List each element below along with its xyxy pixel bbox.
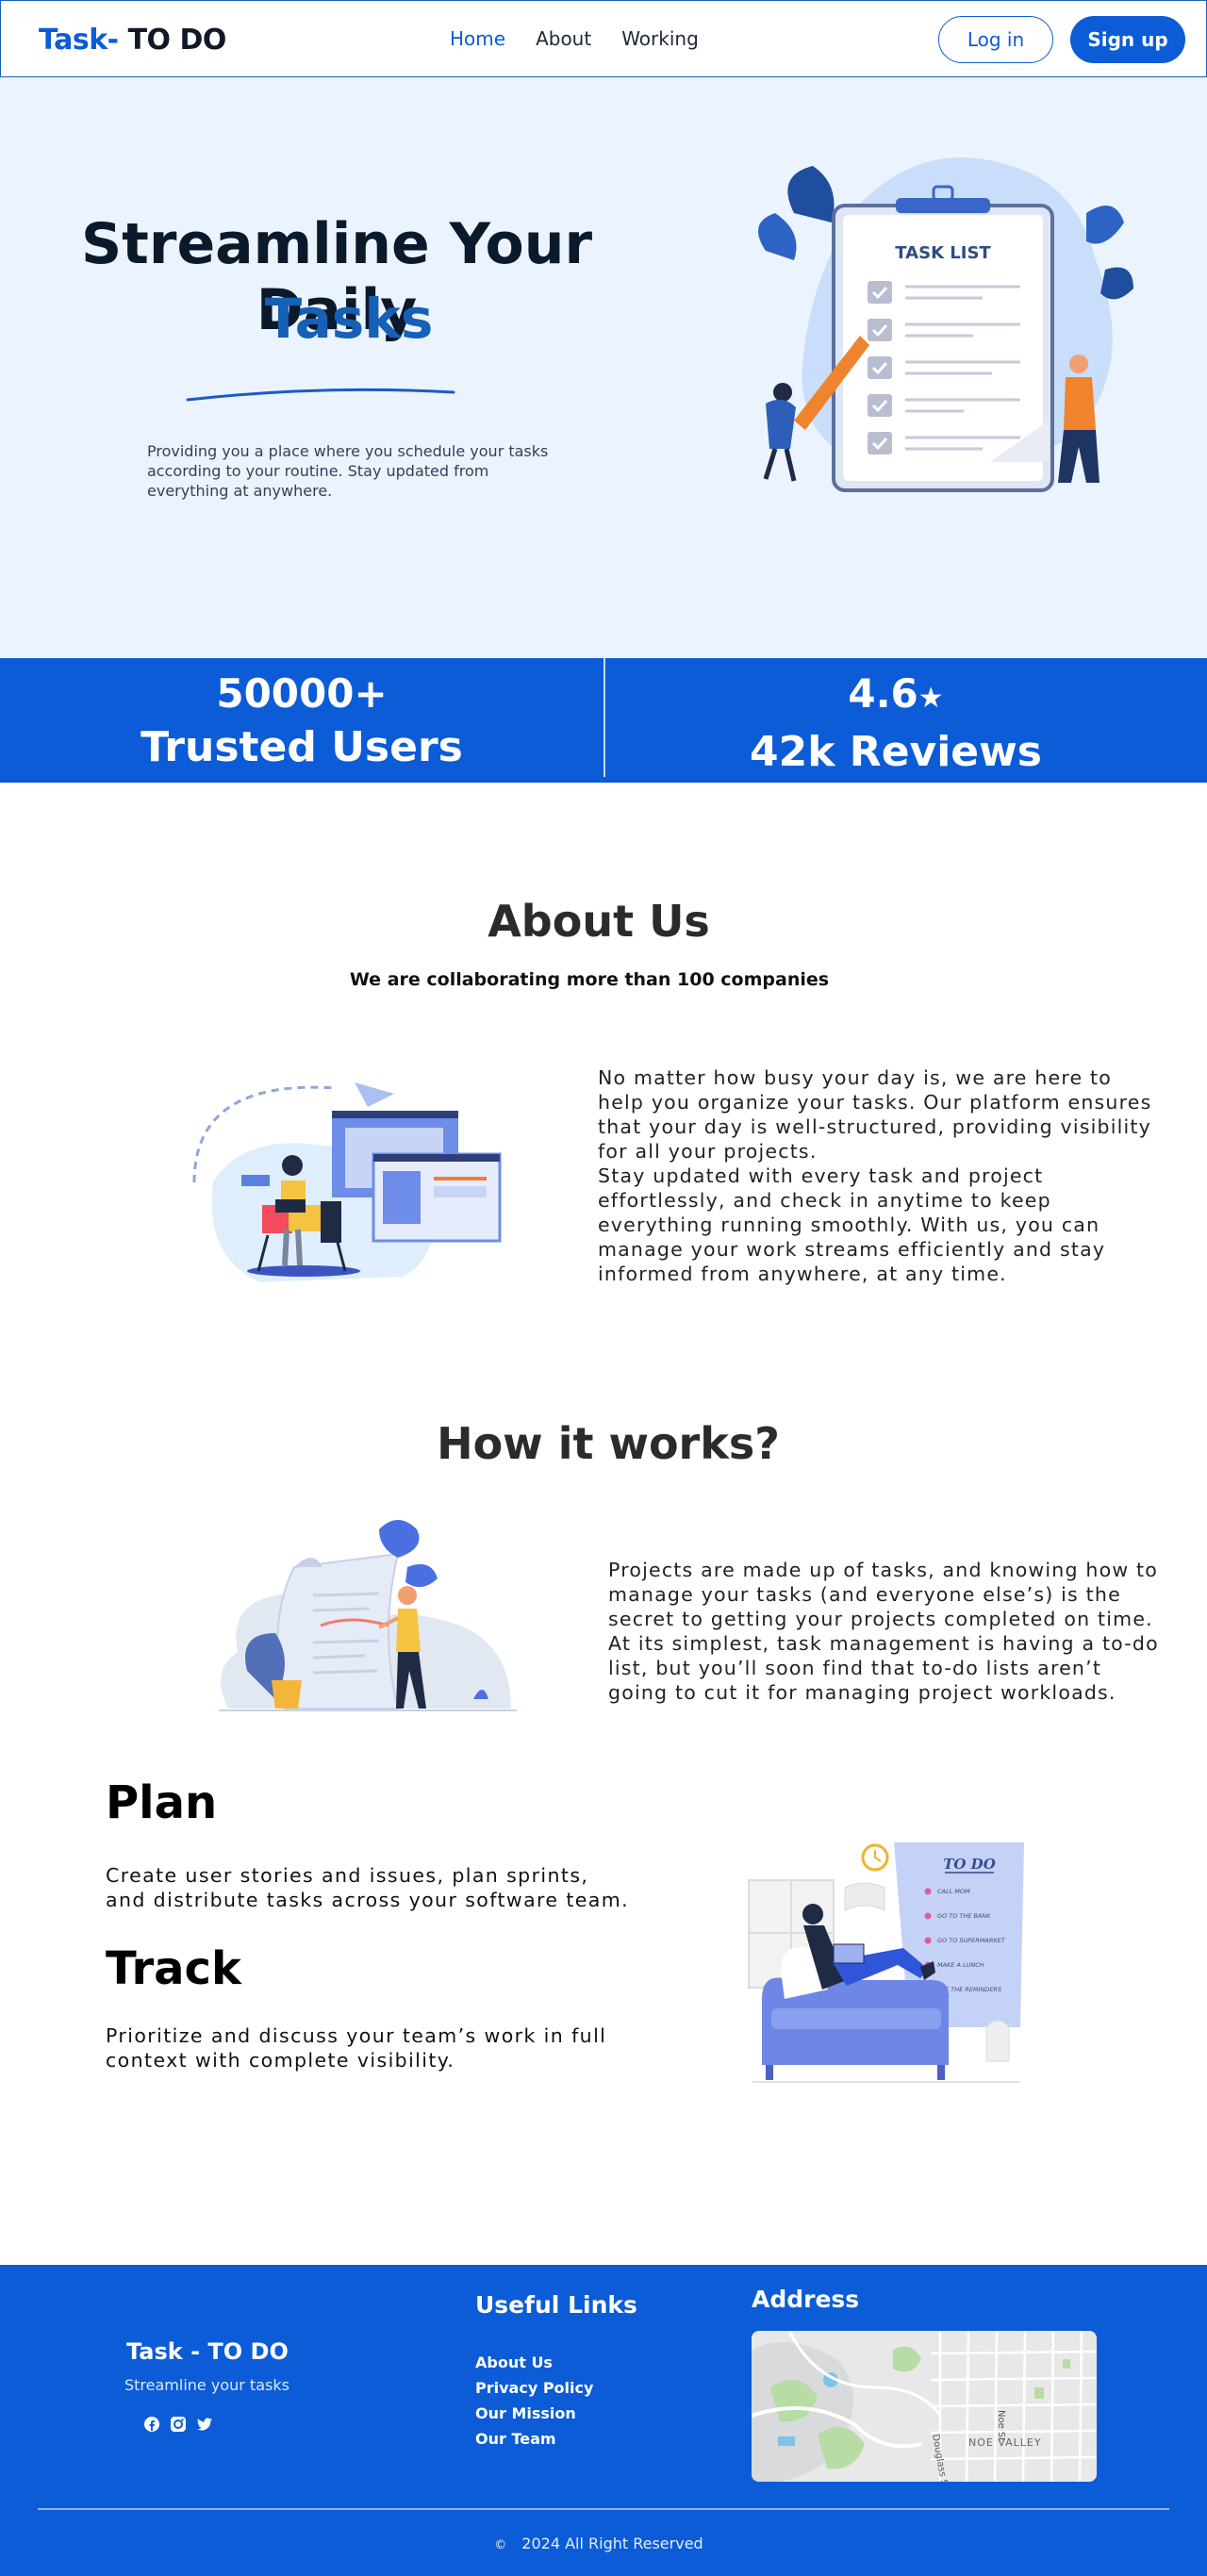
plan-title: Plan <box>106 1776 218 1829</box>
footer-divider <box>38 2508 1169 2510</box>
hero-title-line2: Tasks <box>264 287 434 351</box>
footer-link-privacy[interactable]: Privacy Policy <box>475 2375 593 2401</box>
stat-rating-value: 4.6 <box>848 670 918 717</box>
stat-users-value: 50000+ <box>216 670 388 717</box>
hero-section: Streamline Your Daily Tasks Providing yo… <box>0 77 1207 658</box>
nav-link-working[interactable]: Working <box>621 27 699 50</box>
star-icon: ★ <box>918 682 944 715</box>
logo-part-task: Task- <box>39 24 119 57</box>
collaboration-illustration <box>192 1082 502 1282</box>
todo-item-1: CALL MOM <box>937 1888 970 1895</box>
how-title: How it works? <box>437 1418 780 1469</box>
brand-logo[interactable]: Task- TO DO <box>39 24 226 57</box>
nav-link-about[interactable]: About <box>536 27 591 50</box>
hero-underline <box>186 388 455 402</box>
social-links <box>143 2416 213 2433</box>
site-footer: Task - TO DO Streamline your tasks Usefu… <box>0 2265 1207 2576</box>
useful-links-list: About Us Privacy Policy Our Mission Our … <box>475 2350 593 2452</box>
track-text: Prioritize and discuss your team’s work … <box>106 2024 607 2072</box>
footer-tagline: Streamline your tasks <box>124 2376 289 2394</box>
about-text: No matter how busy your day is, we are h… <box>598 1066 1152 1285</box>
stat-trusted-users: 50000+ Trusted Users <box>0 668 604 775</box>
address-map[interactable]: Noe St Douglass St NOE VALLEY <box>752 2331 1097 2482</box>
stat-reviews: 4.6★ 42k Reviews <box>594 668 1198 780</box>
hero-description: Providing you a place where you schedule… <box>147 442 549 500</box>
task-list-label: TASK LIST <box>895 243 991 263</box>
todo-item-3: GO TO SUPERMARKET <box>937 1937 1006 1944</box>
todo-heading: TO DO <box>943 1856 996 1873</box>
useful-links-title: Useful Links <box>475 2291 637 2319</box>
footer-link-about[interactable]: About Us <box>475 2350 593 2375</box>
top-navbar: Task- TO DO Home About Working Log in Si… <box>0 0 1207 77</box>
copyright-icon: © <box>494 2538 507 2552</box>
footer-link-mission[interactable]: Our Mission <box>475 2401 593 2426</box>
login-button[interactable]: Log in <box>938 16 1053 63</box>
stats-bar: 50000+ Trusted Users 4.6★ 42k Reviews <box>0 658 1207 783</box>
signup-button[interactable]: Sign up <box>1070 16 1185 63</box>
twitter-icon[interactable] <box>196 2416 213 2433</box>
about-subtitle: We are collaborating more than 100 compa… <box>349 969 830 990</box>
track-title: Track <box>106 1942 241 1995</box>
about-title: About Us <box>488 896 710 947</box>
todo-relax-illustration: TO DO CALL MOM GO TO THE BANK GO TO SUPE… <box>748 1842 1024 2083</box>
todo-item-2: GO TO THE BANK <box>937 1912 991 1920</box>
footer-link-team[interactable]: Our Team <box>475 2426 593 2452</box>
nav-link-home[interactable]: Home <box>450 27 505 50</box>
stat-reviews-label: 42k Reviews <box>750 728 1042 776</box>
map-label-noe-valley: NOE VALLEY <box>968 2436 1042 2449</box>
copyright-text: 2024 All Right Reserved <box>521 2535 703 2552</box>
plan-text: Create user stories and issues, plan spr… <box>106 1864 630 1911</box>
how-text: Projects are made up of tasks, and knowi… <box>608 1559 1159 1704</box>
copyright: © 2024 All Right Reserved <box>0 2535 1198 2552</box>
task-list-illustration: TASK LIST <box>758 157 1133 492</box>
footer-brand: Task - TO DO <box>126 2338 289 2365</box>
facebook-icon[interactable] <box>143 2416 160 2433</box>
logo-part-todo: TO DO <box>127 24 227 57</box>
address-title: Address <box>752 2286 860 2313</box>
todo-item-4: MAKE A LUNCH <box>937 1961 984 1969</box>
stat-users-label: Trusted Users <box>141 723 463 771</box>
instagram-icon[interactable] <box>170 2416 187 2433</box>
nav-links: Home About Working <box>450 27 729 50</box>
task-management-illustration <box>219 1520 517 1711</box>
